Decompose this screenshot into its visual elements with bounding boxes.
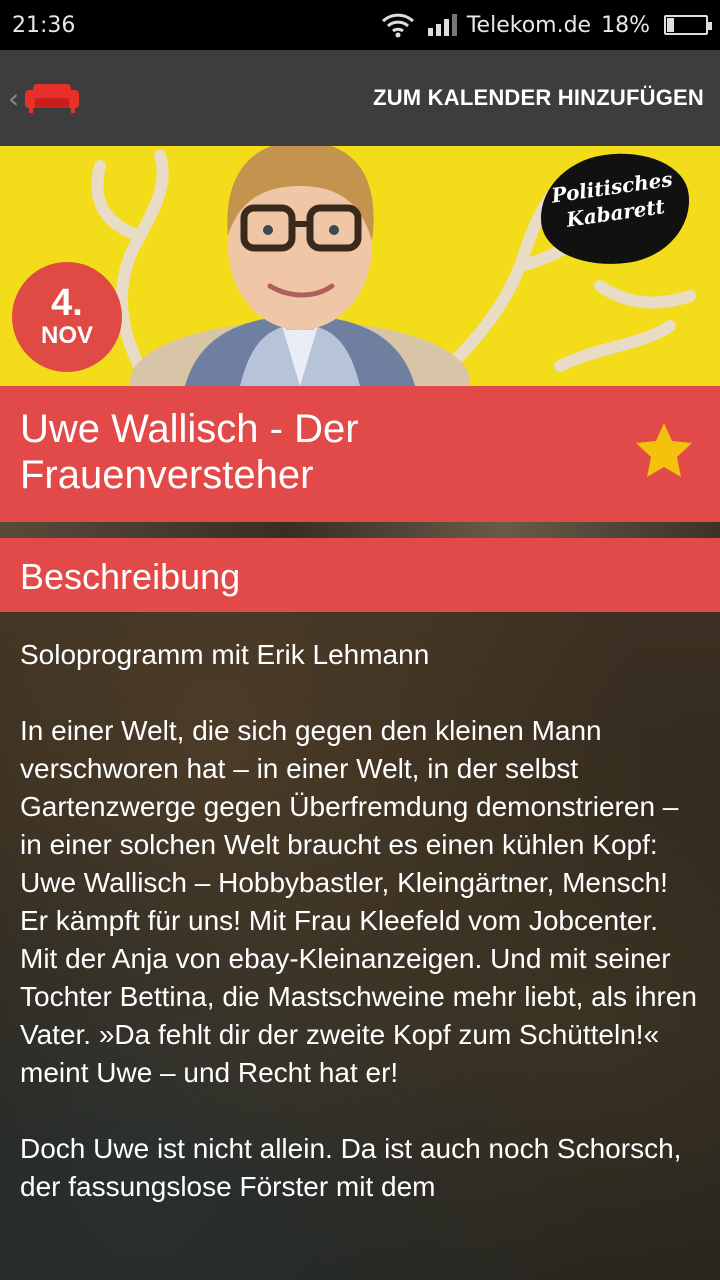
carrier-name: Telekom.de — [466, 12, 592, 38]
event-title: Uwe Wallisch - Der Frauenversteher — [20, 407, 359, 497]
date-month: NOV — [40, 322, 93, 349]
add-to-calendar-button[interactable]: ZUM KALENDER HINZUFÜGEN — [373, 85, 704, 111]
battery-icon — [664, 15, 712, 35]
description-body[interactable]: Soloprogramm mit Erik Lehmann In einer W… — [0, 612, 720, 1280]
favorite-star-icon[interactable] — [634, 420, 694, 480]
status-bar: 21:36 Telekom.de 18% — [0, 0, 720, 50]
wifi-icon — [381, 12, 415, 38]
app-bar: ‹ ZUM KALENDER HINZUFÜGEN — [0, 50, 720, 146]
event-date-badge: 4. NOV — [12, 262, 122, 372]
background-strip — [0, 522, 720, 538]
status-icons: Telekom.de 18% — [381, 12, 712, 38]
chevron-left-icon: ‹ — [8, 81, 20, 115]
description-paragraph: In einer Welt, die sich gegen den kleine… — [20, 715, 697, 1088]
description-paragraph: Doch Uwe ist nicht allein. Da ist auch n… — [20, 1133, 682, 1202]
event-hero-image: Politisches Kabarett 4. NOV — [0, 146, 720, 386]
date-day: 4. — [51, 282, 83, 324]
description-heading: Beschreibung — [20, 556, 241, 597]
description-paragraph: Soloprogramm mit Erik Lehmann — [20, 639, 430, 670]
back-button[interactable]: ‹ — [8, 81, 80, 115]
event-title-bar: Uwe Wallisch - Der Frauenversteher — [0, 386, 720, 522]
description-header: Beschreibung — [0, 538, 720, 612]
signal-icon — [425, 14, 457, 36]
sofa-logo-icon — [25, 82, 80, 114]
status-time: 21:36 — [12, 12, 76, 38]
battery-percent: 18% — [601, 12, 650, 38]
